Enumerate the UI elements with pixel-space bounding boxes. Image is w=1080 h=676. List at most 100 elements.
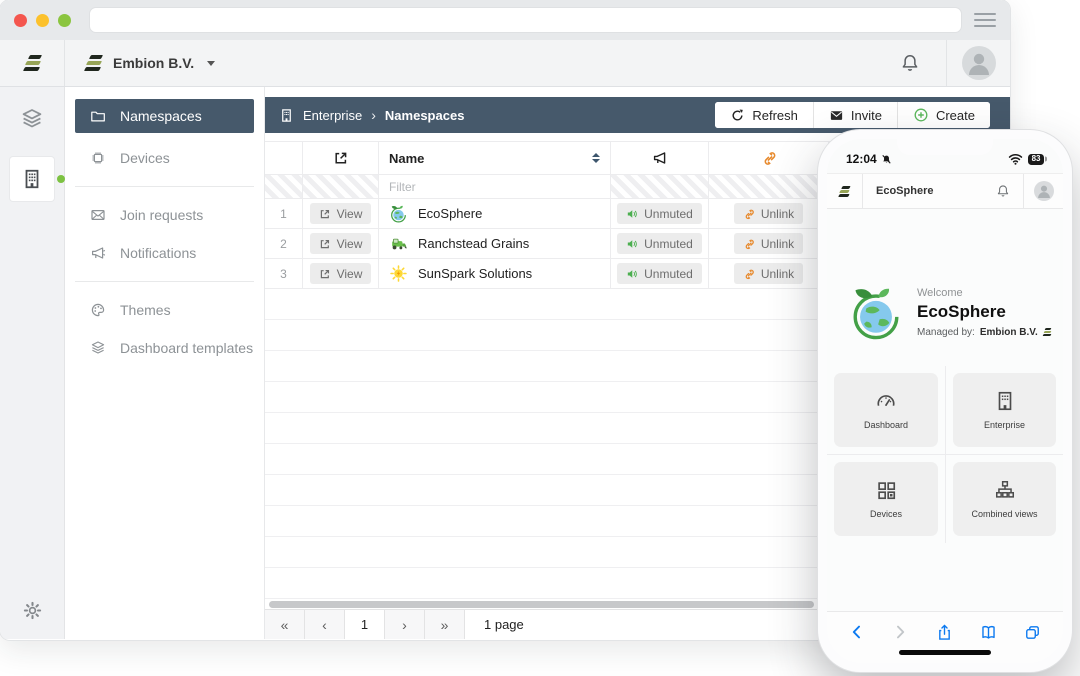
filter-disabled-cell [611, 175, 709, 198]
unlink-button[interactable]: Unlink [734, 263, 803, 284]
home-indicator[interactable] [899, 650, 991, 655]
sidebar-item-notifications[interactable]: Notifications [75, 234, 254, 272]
prev-page-button[interactable]: ‹ [305, 610, 345, 639]
view-label: View [337, 267, 363, 281]
unlink-label: Unlink [761, 207, 794, 221]
breadcrumb: Enterprise › Namespaces Refresh [265, 97, 1010, 133]
breadcrumb-root[interactable]: Enterprise [303, 108, 362, 123]
name-column-header[interactable]: Name [379, 142, 611, 174]
org-tree-icon [994, 479, 1016, 501]
page-number-button[interactable]: 1 [345, 610, 385, 639]
notifications-button[interactable] [874, 40, 946, 86]
manager-name: Embion B.V. [980, 327, 1038, 338]
sort-icon[interactable] [592, 153, 600, 163]
phone-app-title: EcoSphere [876, 185, 933, 197]
unlink-column-header [709, 142, 829, 174]
sidebar-item-label: Join requests [120, 207, 203, 223]
rail-enterprise-button[interactable] [10, 157, 54, 201]
bell-icon [996, 184, 1010, 198]
bookmarks-button[interactable] [980, 624, 997, 641]
view-button[interactable]: View [310, 263, 372, 284]
devices-card[interactable]: Devices [834, 462, 938, 536]
share-button[interactable] [936, 624, 953, 641]
next-page-button[interactable]: › [385, 610, 425, 639]
layers-icon [20, 107, 44, 131]
phone-user-button[interactable] [1023, 174, 1063, 208]
unlink-button[interactable]: Unlink [734, 233, 803, 254]
welcome-namespace-name: EcoSphere [917, 302, 1051, 322]
sidebar-item-label: Devices [120, 150, 170, 166]
filter-disabled-cell [709, 175, 829, 198]
unmuted-button[interactable]: Unmuted [617, 203, 702, 224]
filter-disabled-cell [303, 175, 379, 198]
invite-button[interactable]: Invite [813, 102, 897, 128]
embion-logo-icon [839, 186, 850, 197]
sidebar-item-label: Dashboard templates [120, 340, 253, 356]
zoom-window-button[interactable] [58, 14, 71, 27]
name-header-label: Name [389, 151, 424, 166]
view-column-header [303, 142, 379, 174]
phone-notifications-button[interactable] [983, 184, 1023, 198]
avatar [962, 46, 996, 80]
sidebar-item-dashboard-templates[interactable]: Dashboard templates [75, 329, 254, 367]
browser-menu-icon[interactable] [974, 13, 996, 27]
view-label: View [337, 207, 363, 221]
sidebar-item-join-requests[interactable]: Join requests [75, 196, 254, 234]
row-index: 3 [280, 267, 287, 281]
unmuted-label: Unmuted [644, 207, 693, 221]
namespace-name: SunSpark Solutions [418, 266, 532, 281]
external-link-icon [319, 268, 331, 280]
ecosphere-globe-icon [389, 204, 408, 223]
view-button[interactable]: View [310, 233, 372, 254]
sidebar-item-label: Namespaces [120, 108, 202, 124]
speaker-icon [626, 208, 638, 220]
dashboard-card[interactable]: Dashboard [834, 373, 938, 447]
minimize-window-button[interactable] [36, 14, 49, 27]
external-link-icon [319, 238, 331, 250]
rail-templates-button[interactable] [20, 107, 44, 131]
unmuted-button[interactable]: Unmuted [617, 263, 702, 284]
back-button[interactable] [849, 624, 865, 640]
user-menu-button[interactable] [946, 40, 1010, 86]
sidebar-item-label: Notifications [120, 245, 196, 261]
bell-slash-icon [881, 154, 892, 165]
sidebar-item-themes[interactable]: Themes [75, 291, 254, 329]
building-icon [21, 168, 43, 190]
gauge-icon [875, 390, 897, 412]
combined-views-card[interactable]: Combined views [953, 462, 1056, 536]
unmuted-button[interactable]: Unmuted [617, 233, 702, 254]
breadcrumb-separator: › [371, 107, 376, 123]
scrollbar-thumb[interactable] [269, 601, 814, 608]
tabs-button[interactable] [1024, 624, 1041, 641]
embion-logo-icon [1043, 328, 1051, 336]
org-switcher[interactable]: Embion B.V. [65, 40, 215, 86]
enterprise-card[interactable]: Enterprise [953, 373, 1056, 447]
phone-menu-button[interactable] [827, 174, 863, 208]
close-window-button[interactable] [14, 14, 27, 27]
phone-card-grid: Dashboard Enterprise [827, 366, 1063, 543]
embion-logo-icon [24, 55, 41, 71]
rail-settings-button[interactable] [0, 600, 64, 621]
managed-by-label: Managed by: [917, 327, 975, 338]
forward-button[interactable] [892, 624, 908, 640]
url-bar[interactable] [89, 7, 962, 33]
name-filter-input[interactable] [389, 175, 600, 198]
first-page-button[interactable]: « [265, 610, 305, 639]
card-label: Dashboard [864, 420, 908, 430]
unlink-icon [761, 150, 777, 166]
sidebar-item-namespaces[interactable]: Namespaces [75, 99, 254, 133]
last-page-button[interactable]: » [425, 610, 465, 639]
create-button[interactable]: Create [897, 102, 990, 128]
welcome-greeting: Welcome [917, 287, 1051, 299]
layers-icon [90, 340, 106, 356]
browser-chrome [0, 0, 1010, 40]
view-button[interactable]: View [310, 203, 372, 224]
refresh-button[interactable]: Refresh [715, 102, 813, 128]
battery-icon: 83 [1028, 154, 1044, 165]
breadcrumb-current: Namespaces [385, 108, 465, 123]
unlink-button[interactable]: Unlink [734, 203, 803, 224]
phone-app-bar: EcoSphere [827, 173, 1063, 209]
sidebar-item-devices[interactable]: Devices [75, 139, 254, 177]
app-logo-cell[interactable] [0, 40, 65, 86]
gear-icon [22, 600, 43, 621]
